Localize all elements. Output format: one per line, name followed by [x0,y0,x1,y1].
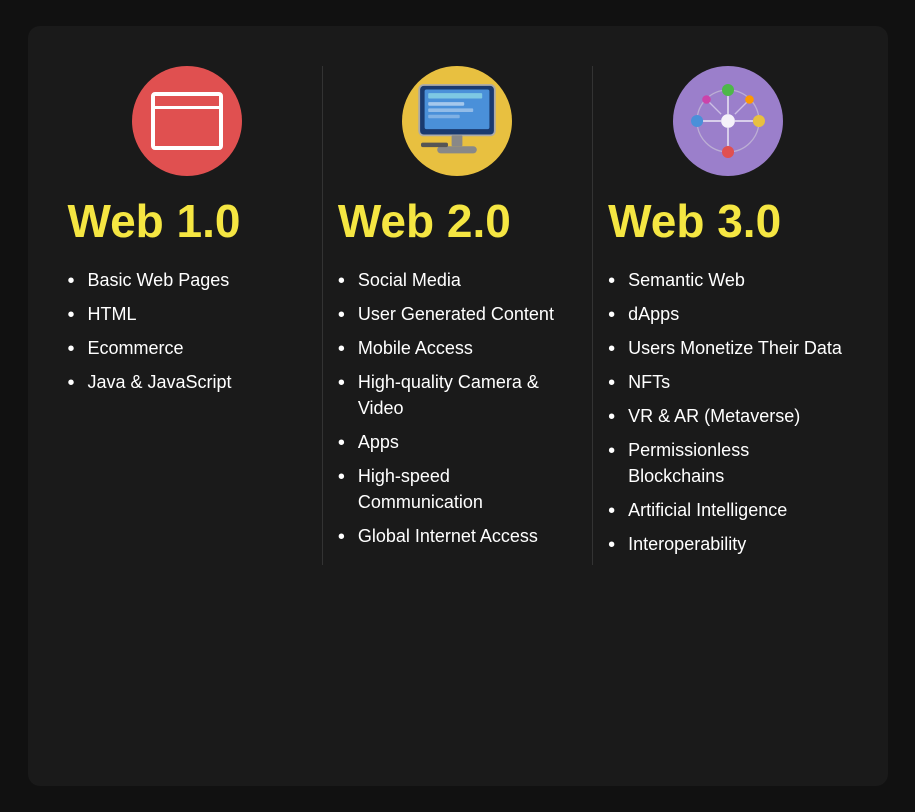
web2-column: Web 2.0 Social Media User Generated Cont… [328,66,587,565]
list-item: Ecommerce [68,335,232,361]
list-item: Basic Web Pages [68,267,232,293]
computer-icon [412,81,502,161]
web2-title: Web 2.0 [338,196,511,247]
web3-icon-circle [673,66,783,176]
web2-icon-circle [402,66,512,176]
list-item: Permissionless Blockchains [608,437,847,489]
web1-title: Web 1.0 [68,196,241,247]
network-icon [685,78,771,164]
web1-list: Basic Web Pages HTML Ecommerce Java & Ja… [68,267,232,403]
web3-title: Web 3.0 [608,196,781,247]
web1-icon-circle [132,66,242,176]
list-item: Artificial Intelligence [608,497,847,523]
list-item: User Generated Content [338,301,577,327]
web3-column: Web 3.0 Semantic Web dApps Users Monetiz… [598,66,857,565]
list-item: Interoperability [608,531,847,557]
list-item: Users Monetize Their Data [608,335,847,361]
web1-column: Web 1.0 Basic Web Pages HTML Ecommerce J… [58,66,317,565]
columns-container: Web 1.0 Basic Web Pages HTML Ecommerce J… [58,66,858,565]
divider-2 [592,66,593,565]
list-item: HTML [68,301,232,327]
list-item: Mobile Access [338,335,577,361]
divider-1 [322,66,323,565]
web3-icon-wrapper [608,66,847,176]
web1-icon-wrapper [68,66,307,176]
browser-icon [151,92,223,150]
list-item: High-quality Camera & Video [338,369,577,421]
list-item: High-speed Communication [338,463,577,515]
web2-icon-wrapper [338,66,577,176]
list-item: NFTs [608,369,847,395]
list-item: dApps [608,301,847,327]
list-item: Semantic Web [608,267,847,293]
list-item: Apps [338,429,577,455]
list-item: Java & JavaScript [68,369,232,395]
web3-list: Semantic Web dApps Users Monetize Their … [608,267,847,566]
list-item: Global Internet Access [338,523,577,549]
main-card: Web 1.0 Basic Web Pages HTML Ecommerce J… [28,26,888,786]
web2-list: Social Media User Generated Content Mobi… [338,267,577,558]
list-item: Social Media [338,267,577,293]
list-item: VR & AR (Metaverse) [608,403,847,429]
